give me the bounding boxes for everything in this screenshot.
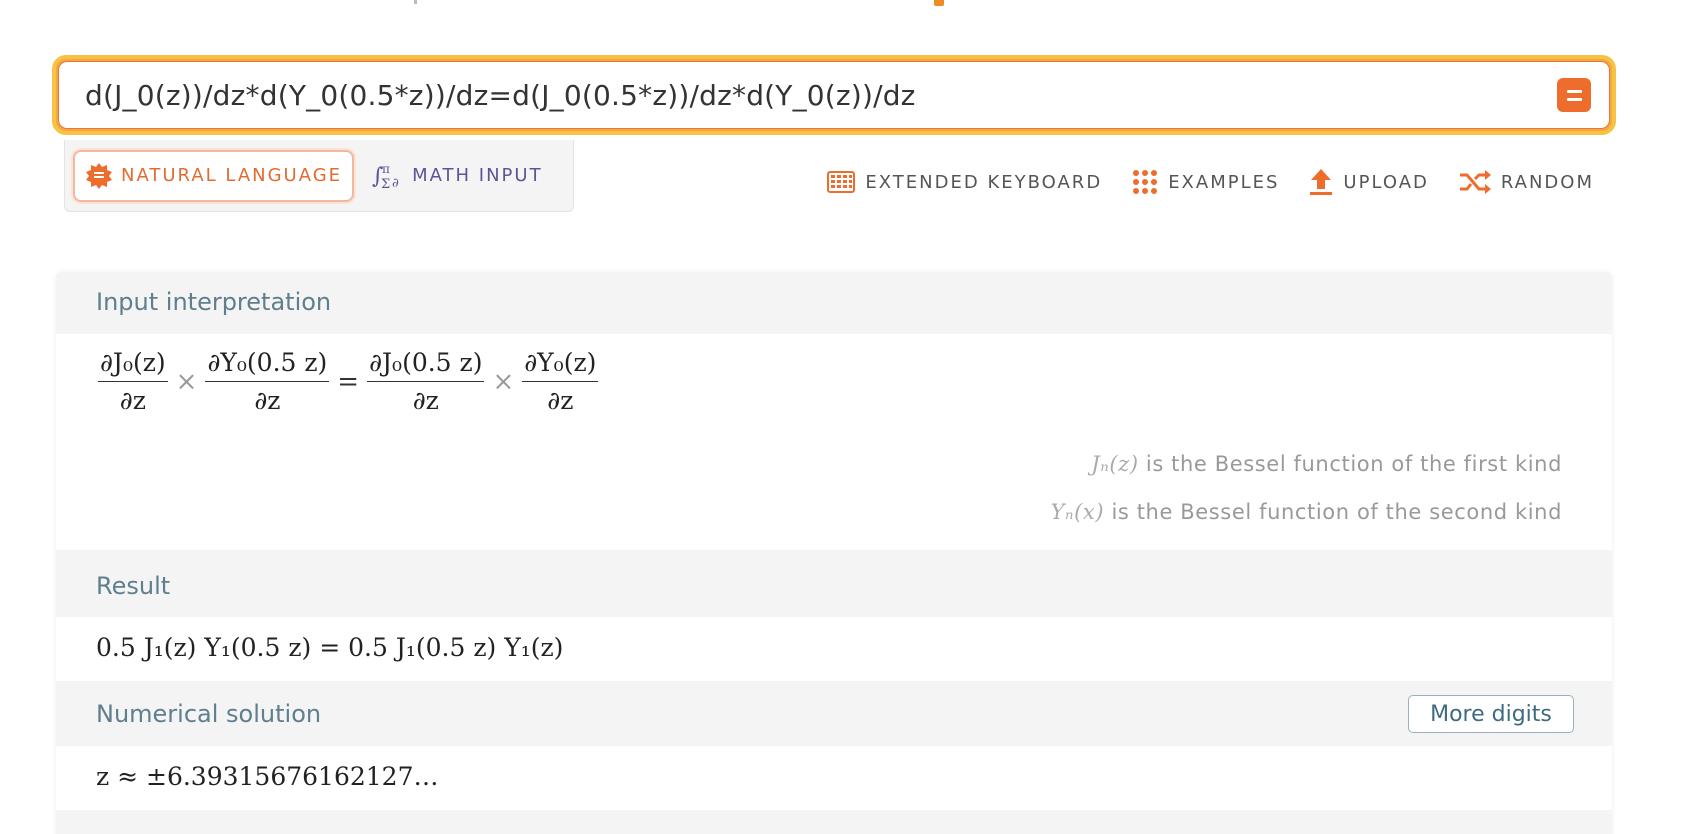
note-symbol: Jₙ(z) <box>1091 452 1139 476</box>
fraction-denominator: ∂z <box>254 386 281 415</box>
top-edge-accent-mark <box>934 0 944 6</box>
search-input[interactable] <box>85 78 1557 112</box>
svg-text:Σ: Σ <box>381 177 392 191</box>
fraction-denominator: ∂z <box>119 386 146 415</box>
input-interpretation-title: Input interpretation <box>96 288 332 316</box>
math-input-icon: ∫ π Σ ∂ <box>372 162 401 191</box>
search-box-inner <box>58 61 1610 129</box>
tab-natural-language-label: NATURAL LANGUAGE <box>121 165 343 186</box>
fraction-dy0z: ∂Y₀(z) ∂z <box>522 348 599 415</box>
more-digits-button[interactable]: More digits <box>1408 695 1574 733</box>
input-mode-tabs: NATURAL LANGUAGE ∫ π Σ ∂ MATH INPUT <box>64 140 574 212</box>
examples-grid-icon <box>1133 170 1158 194</box>
numerical-solution-title: Numerical solution <box>96 700 322 728</box>
keyboard-icon <box>827 171 856 193</box>
examples-label: EXAMPLES <box>1168 171 1280 193</box>
extended-keyboard-button[interactable]: EXTENDED KEYBOARD <box>827 171 1102 193</box>
extended-keyboard-label: EXTENDED KEYBOARD <box>865 171 1103 193</box>
fraction-dy0-half-z: ∂Y₀(0.5 z) ∂z <box>205 348 330 415</box>
natural-language-icon <box>86 162 112 189</box>
fraction-dj0-half-z: ∂J₀(0.5 z) ∂z <box>367 348 485 415</box>
result-expression: 0.5 J₁(z) Y₁(0.5 z) = 0.5 J₁(0.5 z) Y₁(z… <box>96 633 564 662</box>
search-box <box>52 55 1616 135</box>
random-shuffle-icon <box>1459 170 1491 194</box>
fraction-numerator: ∂Y₀(0.5 z) <box>205 348 330 382</box>
svg-text:π: π <box>382 162 392 176</box>
input-tools: EXTENDED KEYBOARD EXAMPLES UPLOAD RANDOM <box>827 160 1594 204</box>
fraction-numerator: ∂J₀(z) <box>98 348 168 382</box>
top-sliver <box>0 0 1682 10</box>
fraction-numerator: ∂Y₀(z) <box>522 348 599 382</box>
top-edge-mark <box>414 0 417 4</box>
fraction-denominator: ∂z <box>412 386 439 415</box>
fraction-dj0z: ∂J₀(z) ∂z <box>98 348 168 415</box>
bessel-first-kind-note: Jₙ(z) is the Bessel function of the firs… <box>1091 452 1562 476</box>
times-sign: × <box>175 366 198 397</box>
svg-text:∂: ∂ <box>392 176 401 191</box>
note-text: is the Bessel function of the second kin… <box>1111 500 1562 524</box>
fraction-denominator: ∂z <box>547 386 574 415</box>
tab-math-input[interactable]: ∫ π Σ ∂ MATH INPUT <box>362 150 553 202</box>
equals-sign: = <box>337 366 360 397</box>
input-interpretation-expression: ∂J₀(z) ∂z × ∂Y₀(0.5 z) ∂z = ∂J₀(0.5 z) ∂… <box>96 348 600 415</box>
upload-button[interactable]: UPLOAD <box>1309 168 1428 196</box>
upload-label: UPLOAD <box>1343 171 1429 193</box>
examples-button[interactable]: EXAMPLES <box>1132 169 1279 195</box>
fraction-numerator: ∂J₀(0.5 z) <box>367 348 485 382</box>
result-title: Result <box>96 572 171 600</box>
results-panel: Input interpretation ∂J₀(z) ∂z × ∂Y₀(0.5… <box>56 272 1612 834</box>
note-symbol: Yₙ(x) <box>1050 500 1105 524</box>
times-sign: × <box>492 366 515 397</box>
bessel-second-kind-note: Yₙ(x) is the Bessel function of the seco… <box>1051 500 1562 524</box>
result-pod: 0.5 J₁(z) Y₁(0.5 z) = 0.5 J₁(0.5 z) Y₁(z… <box>56 617 1612 681</box>
random-label: RANDOM <box>1500 171 1594 193</box>
equals-icon-bar-bottom <box>1566 97 1582 101</box>
equals-icon-bar-top <box>1566 89 1582 93</box>
tab-natural-language[interactable]: NATURAL LANGUAGE <box>73 149 355 202</box>
tab-math-input-label: MATH INPUT <box>412 165 543 186</box>
numerical-solution-expression: z ≈ ±6.39315676162127… <box>96 762 439 791</box>
compute-button[interactable] <box>1557 78 1591 112</box>
random-button[interactable]: RANDOM <box>1459 170 1594 194</box>
numerical-solution-pod: z ≈ ±6.39315676162127… <box>56 746 1612 810</box>
note-text: is the Bessel function of the first kind <box>1145 452 1562 476</box>
upload-icon <box>1310 169 1333 195</box>
input-interpretation-pod: ∂J₀(z) ∂z × ∂Y₀(0.5 z) ∂z = ∂J₀(0.5 z) ∂… <box>56 334 1612 550</box>
